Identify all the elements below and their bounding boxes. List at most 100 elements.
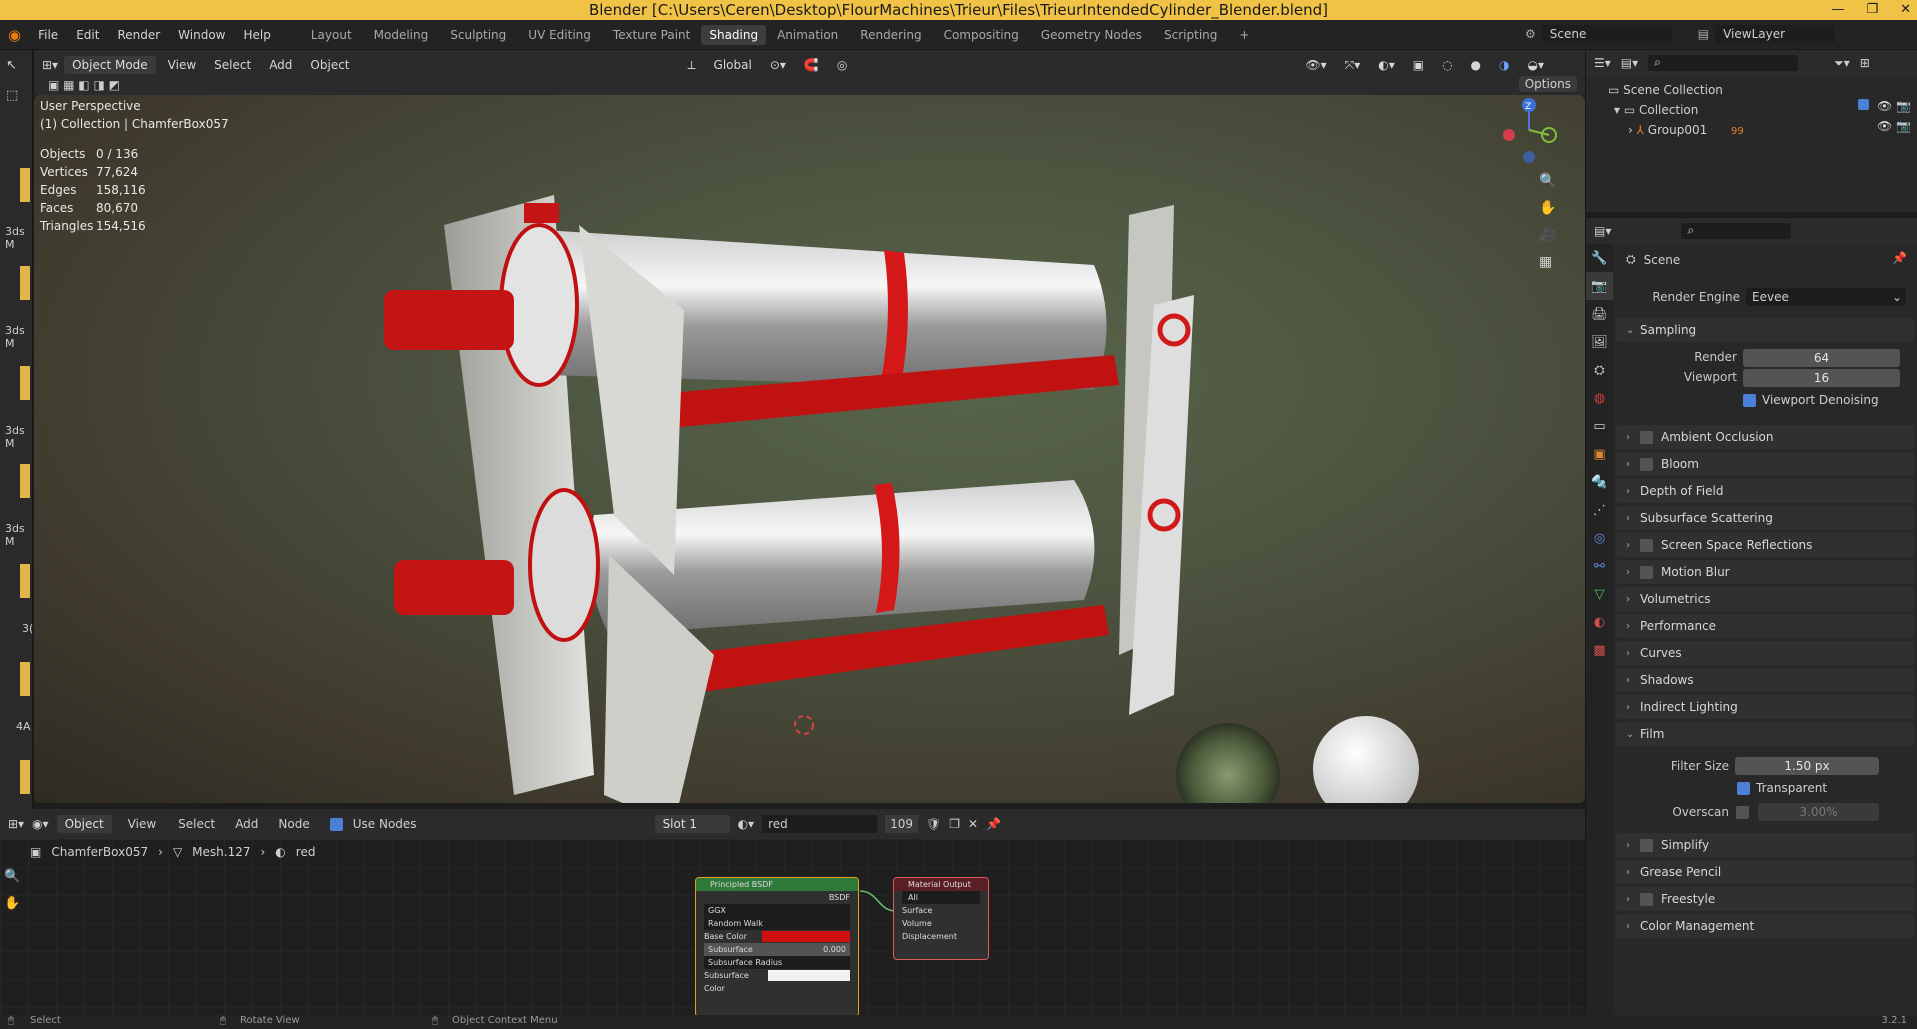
render-samples-field[interactable]: 64: [1743, 349, 1900, 367]
scene-tab-icon[interactable]: ⛭: [1586, 356, 1613, 384]
node-editor[interactable]: ▣ ChamferBox057 › ▽ Mesh.127 › ◐ red 🔍 ✋…: [0, 839, 1585, 1019]
eye-icon[interactable]: 👁: [1877, 119, 1892, 133]
hand-pan-icon[interactable]: ✋: [4, 896, 20, 911]
menu-edit[interactable]: Edit: [67, 28, 108, 42]
fake-user-icon[interactable]: 🛡: [926, 817, 941, 831]
asset-thumb[interactable]: [20, 366, 30, 400]
transparent-checkbox[interactable]: [1737, 781, 1750, 795]
hand-pan-icon[interactable]: ✋: [1539, 200, 1556, 216]
editor-type-icon[interactable]: ▤▾: [1594, 224, 1611, 238]
base-color-swatch[interactable]: [762, 931, 850, 942]
shading-wire-icon[interactable]: ◌: [1436, 58, 1458, 72]
overlay-icon[interactable]: ◐▾: [1372, 58, 1401, 72]
panel-sampling[interactable]: ⌄ Sampling: [1616, 318, 1914, 342]
pin-icon[interactable]: 📌: [986, 817, 1001, 831]
cursor-tool-icon[interactable]: ↖: [6, 58, 17, 73]
overscan-field[interactable]: 3.00%: [1758, 803, 1879, 821]
asset-thumb[interactable]: [20, 168, 30, 202]
distribution-select[interactable]: GGX: [704, 904, 850, 917]
display-mode-icon[interactable]: ▤▾: [1621, 56, 1638, 70]
chevron-down-icon[interactable]: ▾: [1614, 103, 1624, 117]
menu-add[interactable]: Add: [263, 58, 298, 72]
select-tool-icon[interactable]: ▣ ▦ ◧ ◨ ◩: [48, 78, 120, 92]
modifier-tab-icon[interactable]: 🔩: [1586, 468, 1613, 496]
material-tab-icon[interactable]: ◐: [1586, 608, 1613, 636]
panel-volumetrics[interactable]: › Volumetrics: [1616, 587, 1914, 611]
asset-thumb[interactable]: [20, 464, 30, 498]
asset-thumb[interactable]: [20, 662, 30, 696]
data-tab-icon[interactable]: ▽: [1586, 580, 1613, 608]
panel-freestyle[interactable]: › Freestyle: [1616, 887, 1914, 911]
new-collection-icon[interactable]: ⊞: [1860, 56, 1870, 70]
world-tab-icon[interactable]: ◍: [1586, 384, 1613, 412]
tool-tab-icon[interactable]: 🔧: [1586, 244, 1613, 272]
search-input[interactable]: ⌕: [1648, 55, 1799, 71]
subsurface-radius-select[interactable]: Subsurface Radius: [704, 956, 850, 969]
menu-object[interactable]: Object: [304, 58, 355, 72]
principled-bsdf-node[interactable]: Principled BSDF BSDF GGX Random Walk Bas…: [695, 877, 859, 1017]
menu-view[interactable]: View: [120, 817, 164, 831]
material-users-count[interactable]: 109: [885, 815, 918, 833]
filter-icon[interactable]: ⏷▾: [1834, 56, 1850, 71]
unlink-icon[interactable]: ✕: [968, 817, 978, 831]
orientation-icon[interactable]: ⟂: [682, 58, 702, 73]
shading-material-icon[interactable]: ◑: [1493, 58, 1515, 72]
breadcrumb-object[interactable]: ChamferBox057: [51, 845, 148, 859]
editor-type-icon[interactable]: ☰▾: [1594, 56, 1611, 70]
particles-tab-icon[interactable]: ⋰: [1586, 496, 1613, 524]
maximize-button[interactable]: ❐: [1866, 0, 1878, 20]
material-icon[interactable]: ◐▾: [738, 817, 755, 831]
zoom-icon[interactable]: 🔍: [1539, 173, 1556, 189]
shading-solid-icon[interactable]: ●: [1465, 58, 1487, 72]
asset-thumb[interactable]: [20, 760, 30, 794]
grid-view-icon[interactable]: ▦: [1539, 254, 1556, 270]
close-button[interactable]: ✕: [1900, 0, 1911, 20]
tab-uv-editing[interactable]: UV Editing: [517, 28, 602, 42]
panel-shadows[interactable]: › Shadows: [1616, 668, 1914, 692]
panel-ambient-occlusion[interactable]: › Ambient Occlusion: [1616, 425, 1914, 449]
visibility-icon[interactable]: 👁▾: [1299, 58, 1332, 72]
material-name-field[interactable]: red: [762, 815, 878, 833]
tab-scripting[interactable]: Scripting: [1153, 28, 1228, 42]
subsurface-method-select[interactable]: Random Walk: [704, 917, 850, 930]
menu-view[interactable]: View: [162, 58, 202, 72]
panel-screen-space-reflections[interactable]: › Screen Space Reflections: [1616, 533, 1914, 557]
constraints-tab-icon[interactable]: ⚯: [1586, 552, 1613, 580]
slot-selector[interactable]: Slot 1: [654, 815, 730, 833]
transparent-row[interactable]: Transparent: [1737, 781, 1827, 795]
view-layer-tab-icon[interactable]: 🖼: [1586, 328, 1613, 356]
tab-animation[interactable]: Animation: [766, 28, 849, 42]
blender-logo-icon[interactable]: ◉: [0, 26, 29, 44]
3d-viewport[interactable]: User Perspective (1) Collection | Chamfe…: [34, 95, 1585, 803]
viewport-denoising-checkbox[interactable]: [1743, 393, 1756, 407]
panel-grease-pencil[interactable]: › Grease Pencil: [1616, 860, 1914, 884]
menu-add[interactable]: Add: [229, 817, 264, 831]
subsurface-color-swatch[interactable]: [767, 970, 850, 981]
shader-type-selector[interactable]: Object: [56, 815, 112, 833]
pivot-icon[interactable]: ⊙▾: [764, 58, 792, 72]
add-workspace-button[interactable]: +: [1228, 28, 1260, 42]
exclude-checkbox[interactable]: [1857, 99, 1869, 110]
output-tab-icon[interactable]: 🖨: [1586, 300, 1613, 328]
chevron-right-icon[interactable]: ›: [1628, 123, 1637, 137]
duplicate-icon[interactable]: ❐: [949, 817, 960, 831]
use-nodes-checkbox[interactable]: [329, 817, 343, 831]
panel-performance[interactable]: › Performance: [1616, 614, 1914, 638]
object-tab-icon[interactable]: ▣: [1586, 440, 1613, 468]
menu-file[interactable]: File: [29, 28, 67, 42]
viewlayer-selector[interactable]: ViewLayer: [1715, 25, 1836, 43]
outliner-item[interactable]: ▾ ▭ Collection: [1608, 100, 1744, 120]
breadcrumb-mesh[interactable]: Mesh.127: [192, 845, 250, 859]
orientation-selector[interactable]: Global: [708, 58, 758, 72]
camera-icon[interactable]: 🎥: [1539, 227, 1556, 243]
tab-compositing[interactable]: Compositing: [933, 28, 1030, 42]
menu-help[interactable]: Help: [235, 28, 280, 42]
panel-film[interactable]: ⌄ Film: [1616, 722, 1914, 746]
options-button[interactable]: Options: [1518, 76, 1577, 92]
gizmo-icon[interactable]: ⤧▾: [1339, 58, 1367, 73]
breadcrumb-material[interactable]: red: [296, 845, 316, 859]
menu-window[interactable]: Window: [169, 28, 234, 42]
panel-simplify[interactable]: › Simplify: [1616, 833, 1914, 857]
outliner-item[interactable]: ▭ Scene Collection: [1608, 80, 1744, 100]
subsurface-field[interactable]: Subsurface 0.000: [704, 943, 850, 956]
